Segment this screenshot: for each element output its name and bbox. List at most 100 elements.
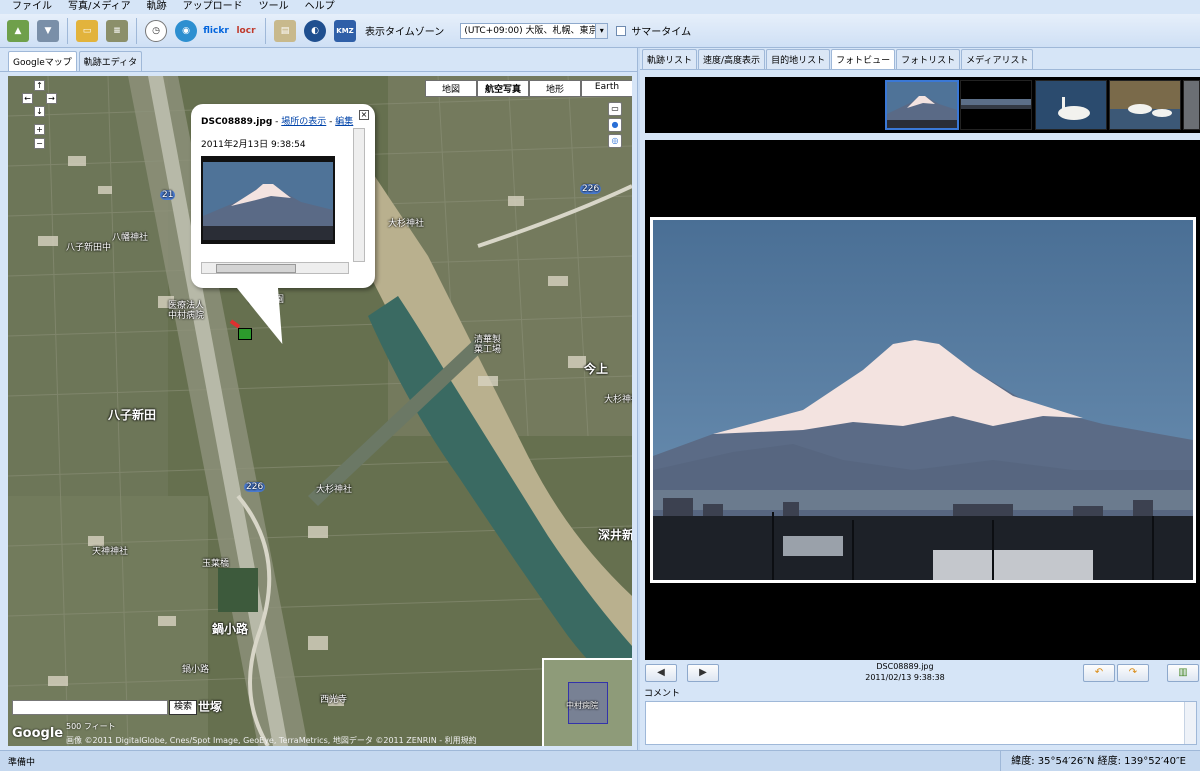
toolbar-separator bbox=[67, 17, 68, 44]
rotate-left-icon: ↶ bbox=[1094, 667, 1104, 678]
menu-photo-media[interactable]: 写真/メディア bbox=[60, 0, 139, 14]
tab-destination-list[interactable]: 目的地リスト bbox=[766, 49, 831, 69]
globe-button[interactable]: ◉ bbox=[172, 17, 200, 45]
chevron-down-icon: ▾ bbox=[595, 23, 608, 38]
import-button[interactable]: ▲ bbox=[4, 17, 32, 45]
target-icon[interactable]: ◎ bbox=[608, 134, 622, 148]
filmstrip-thumb[interactable] bbox=[1035, 80, 1107, 130]
edit-link[interactable]: 編集 bbox=[335, 117, 353, 127]
pan-right-icon[interactable]: → bbox=[46, 93, 57, 104]
pan-down-icon[interactable]: ↓ bbox=[34, 106, 45, 117]
flickr-button[interactable]: flickr bbox=[202, 17, 230, 45]
route-marker: 21 bbox=[160, 190, 176, 200]
separator: - bbox=[272, 117, 282, 127]
map-label: 玉葉橋 bbox=[202, 559, 230, 569]
photo-name: DSC08889.jpg bbox=[876, 662, 934, 671]
map-label: 大杉神社 bbox=[388, 219, 425, 229]
map-search-button[interactable]: 検索 bbox=[169, 700, 197, 715]
toolbar-separator bbox=[136, 17, 137, 44]
report-icon: ▤ bbox=[274, 19, 296, 42]
main-photo[interactable] bbox=[650, 217, 1196, 583]
map-type-earth[interactable]: Earth bbox=[581, 80, 632, 97]
info-window-hscrollbar[interactable] bbox=[201, 262, 349, 274]
photo-thumbnail[interactable] bbox=[201, 156, 335, 244]
info-window-vscrollbar[interactable] bbox=[353, 128, 365, 262]
tab-speed-altitude[interactable]: 速度/高度表示 bbox=[698, 49, 766, 69]
zoom-in-icon[interactable]: + bbox=[34, 124, 45, 135]
photo-nav-row: ◀ ▶ DSC08889.jpg 2011/02/13 9:38:38 ↶ ↷ … bbox=[645, 662, 1200, 686]
ruler-icon[interactable]: ▭ bbox=[608, 102, 622, 116]
device-button[interactable]: ≡ bbox=[103, 17, 131, 45]
pin-icon[interactable]: ● bbox=[608, 118, 622, 132]
tab-google-map[interactable]: Googleマップ bbox=[8, 51, 77, 71]
open-folder-icon: ▭ bbox=[76, 19, 98, 42]
zoom-out-icon[interactable]: − bbox=[34, 138, 45, 149]
prev-photo-button[interactable]: ◀ bbox=[645, 664, 677, 682]
tab-media-list[interactable]: メディアリスト bbox=[961, 49, 1034, 69]
tab-track-editor[interactable]: 軌跡エディタ bbox=[78, 51, 143, 71]
rotate-right-button[interactable]: ↷ bbox=[1117, 664, 1149, 682]
pan-up-icon[interactable]: ↑ bbox=[34, 80, 45, 91]
filmstrip-thumb[interactable] bbox=[1183, 80, 1200, 130]
export-button[interactable]: ▼ bbox=[34, 17, 62, 45]
comment-textarea[interactable] bbox=[645, 701, 1197, 745]
kmz-icon: KMZ bbox=[334, 19, 356, 42]
filmstrip-thumb[interactable] bbox=[1109, 80, 1181, 130]
delete-photo-button[interactable]: ▥ bbox=[1167, 664, 1199, 682]
map-type-satellite[interactable]: 航空写真 bbox=[477, 80, 529, 97]
filmstrip-thumb[interactable] bbox=[885, 80, 959, 130]
clock-button[interactable]: ◷ bbox=[142, 17, 170, 45]
pan-left-icon[interactable]: ← bbox=[22, 93, 33, 104]
dst-checkbox[interactable] bbox=[616, 25, 627, 36]
map-label: 世塚 bbox=[198, 700, 223, 714]
timezone-select[interactable]: (UTC+09:00) 大阪、札幌、東京 ▾ bbox=[460, 22, 609, 39]
route-marker: 226 bbox=[580, 184, 602, 194]
timezone-label: 表示タイムゾーン bbox=[365, 27, 445, 38]
menu-track[interactable]: 軌跡 bbox=[139, 0, 175, 14]
show-location-link[interactable]: 場所の表示 bbox=[281, 117, 326, 127]
report-button[interactable]: ▤ bbox=[271, 17, 299, 45]
map-search-input[interactable] bbox=[12, 700, 168, 715]
scrollbar-thumb[interactable] bbox=[216, 264, 296, 273]
rotate-right-icon: ↷ bbox=[1128, 667, 1138, 678]
photo-datetime: 2011/02/13 9:38:38 bbox=[865, 673, 945, 682]
next-photo-button[interactable]: ▶ bbox=[687, 664, 719, 682]
mount-fuji-photo bbox=[653, 220, 1193, 580]
map-type-map[interactable]: 地図 bbox=[425, 80, 477, 97]
menu-file[interactable]: ファイル bbox=[4, 0, 60, 14]
panorama-thumb-image bbox=[961, 81, 1031, 129]
photo-panel: 軌跡リスト 速度/高度表示 目的地リスト フォトビュー フォトリスト メディアリ… bbox=[640, 48, 1200, 750]
google-map[interactable]: 八幡神社 八子新田中 医療法人 中村病院 古川公園 八子新田 大杉神社 清華製 … bbox=[8, 76, 632, 746]
map-label: 八子新田中 bbox=[66, 243, 112, 253]
map-label: 今上 bbox=[584, 362, 609, 376]
tab-photo-view[interactable]: フォトビュー bbox=[831, 49, 896, 69]
trash-icon: ▥ bbox=[1178, 667, 1188, 678]
route-marker: 226 bbox=[244, 482, 266, 492]
menu-help[interactable]: ヘルプ bbox=[297, 0, 343, 14]
globe-icon: ◉ bbox=[175, 19, 197, 42]
open-folder-button[interactable]: ▭ bbox=[73, 17, 101, 45]
left-tabstrip: Googleマップ 軌跡エディタ bbox=[0, 48, 637, 72]
tab-track-list[interactable]: 軌跡リスト bbox=[642, 49, 698, 69]
overview-map[interactable]: 中村病院 bbox=[542, 658, 632, 746]
menu-upload[interactable]: アップロード bbox=[175, 0, 251, 14]
menu-tools[interactable]: ツール bbox=[251, 0, 297, 14]
close-icon[interactable]: × bbox=[359, 110, 369, 120]
tab-photo-list[interactable]: フォトリスト bbox=[896, 49, 961, 69]
locr-icon: locr bbox=[236, 25, 256, 36]
dst-label: サマータイム bbox=[631, 27, 692, 38]
map-label: 中村病院 bbox=[168, 311, 205, 321]
photo-marker-icon[interactable] bbox=[229, 319, 256, 342]
rotate-left-button[interactable]: ↶ bbox=[1083, 664, 1115, 682]
comment-scrollbar[interactable] bbox=[1184, 702, 1196, 744]
google-earth-button[interactable]: ◐ bbox=[301, 17, 329, 45]
google-earth-icon: ◐ bbox=[304, 19, 326, 42]
filmstrip-thumb[interactable] bbox=[960, 80, 1032, 130]
flickr-icon: flickr bbox=[203, 25, 229, 36]
map-label: 菓工場 bbox=[474, 345, 502, 355]
kmz-button[interactable]: KMZ bbox=[331, 17, 359, 45]
locr-button[interactable]: locr bbox=[232, 17, 260, 45]
map-label: 大杉神社 bbox=[604, 395, 632, 405]
map-type-terrain[interactable]: 地形 bbox=[529, 80, 581, 97]
right-tabstrip: 軌跡リスト 速度/高度表示 目的地リスト フォトビュー フォトリスト メディアリ… bbox=[640, 48, 1200, 70]
